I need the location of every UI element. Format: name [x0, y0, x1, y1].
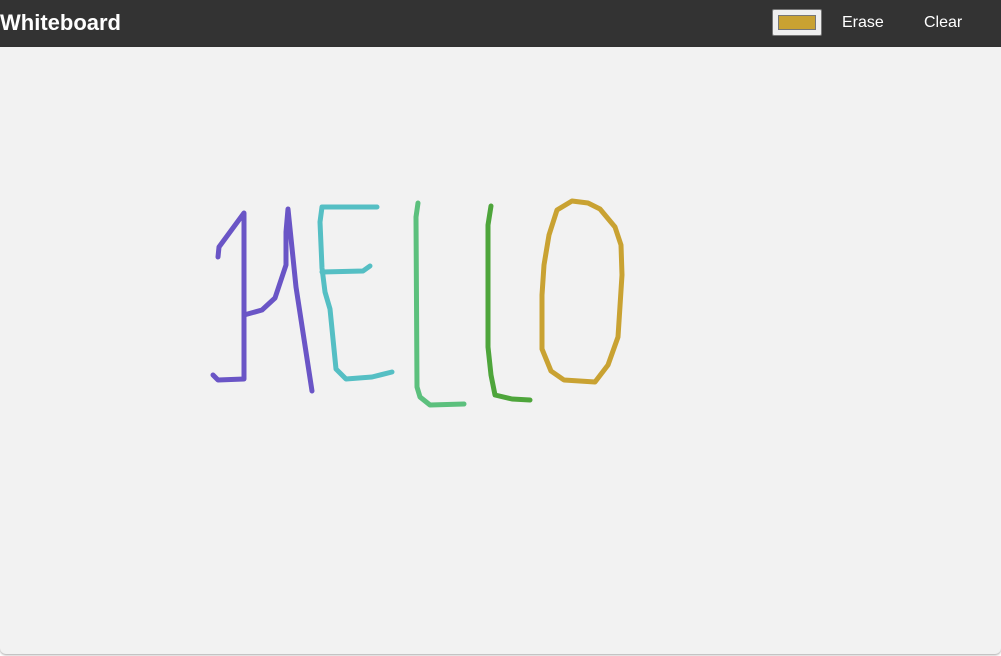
stroke-h [210, 210, 247, 383]
stroke-e [319, 263, 373, 275]
current-color-fill [778, 15, 816, 30]
toolbar: Whiteboard Erase Clear [0, 0, 1001, 47]
stroke-e [317, 204, 395, 382]
color-picker[interactable] [772, 9, 822, 36]
stroke-h [241, 206, 315, 394]
app-title: Whiteboard [0, 10, 121, 35]
stroke-l1 [413, 200, 467, 408]
drawing-canvas[interactable] [0, 47, 1001, 654]
erase-button[interactable]: Erase [842, 12, 884, 34]
clear-button[interactable]: Clear [924, 12, 962, 34]
stroke-o [539, 198, 625, 385]
stroke-l2 [485, 203, 533, 403]
canvas-drawing [210, 198, 625, 408]
